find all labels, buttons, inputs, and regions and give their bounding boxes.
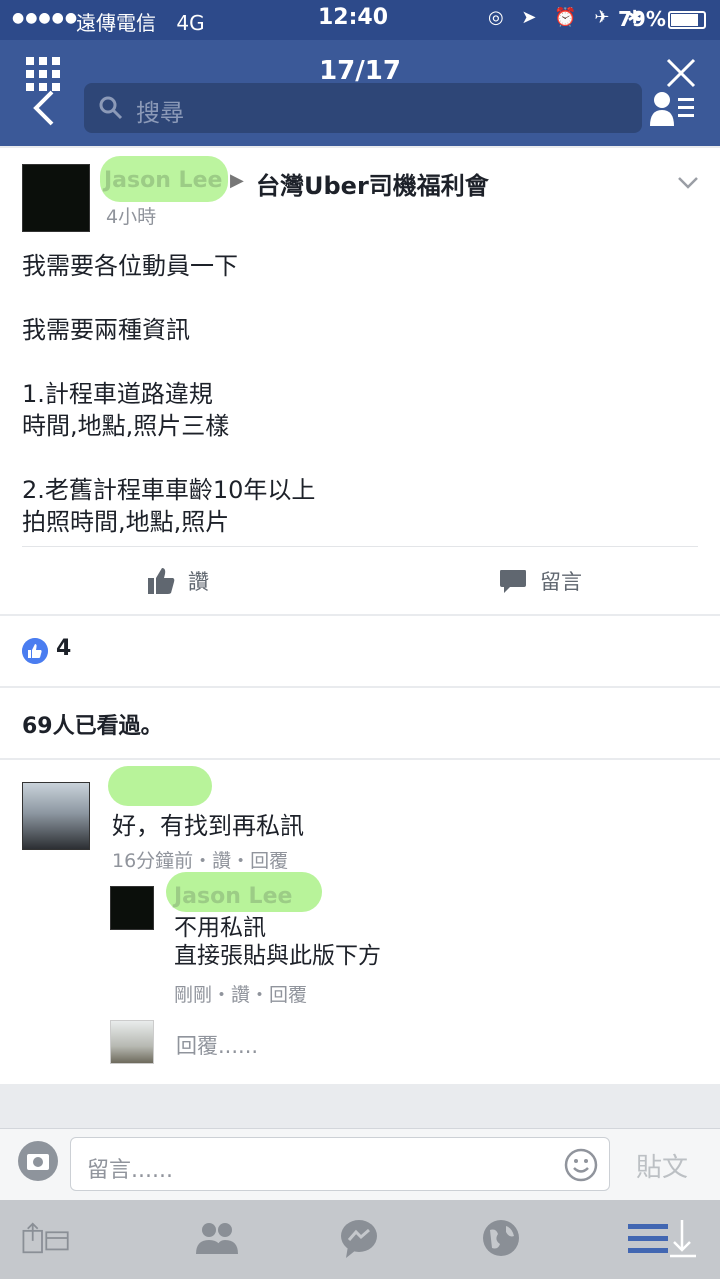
comment-input[interactable]: 留言...... — [70, 1137, 610, 1191]
people-icon[interactable] — [192, 1216, 242, 1260]
like-label: 讚 — [188, 570, 209, 594]
post-line: 1.計程車道路違規 — [22, 380, 213, 408]
comment-meta[interactable]: 16分鐘前・讚・回覆 — [112, 846, 288, 873]
comment-text: 好，有找到再私訊 — [112, 812, 304, 840]
post-time: 4小時 — [106, 206, 157, 228]
signal-dots: ●●●●● — [12, 10, 79, 26]
search-placeholder: 搜尋 — [136, 99, 184, 127]
post-line: 我需要兩種資訊 — [22, 316, 190, 344]
screen: ●●●●● 遠傳電信 4G 12:40 ◎ ➤ ⏰ ✈ ✱ 79% 17/17 — [0, 0, 720, 1279]
post-line: 時間,地點,照片三樣 — [22, 412, 230, 440]
comment-composer: 留言...... 貼文 — [0, 1128, 720, 1200]
comment-icon — [500, 570, 526, 593]
post-line — [22, 282, 315, 314]
post-line: 拍照時間,地點,照片 — [22, 508, 230, 536]
post-line — [22, 346, 315, 378]
battery-icon — [668, 11, 706, 29]
reply-input[interactable]: 回覆...... — [176, 1030, 258, 1060]
commenter-avatar[interactable] — [22, 782, 90, 850]
post-line — [22, 442, 315, 474]
messenger-icon[interactable] — [334, 1216, 384, 1260]
comment-button[interactable]: 留言 — [498, 564, 598, 598]
reply-text: 不用私訊 直接張貼與此版下方 — [174, 914, 381, 970]
comments-section: 好，有找到再私訊 16分鐘前・讚・回覆 Jason Lee 不用私訊 直接張貼與… — [0, 760, 720, 1084]
post-body: 我需要各位動員一下 我需要兩種資訊 1.計程車道路違規 時間,地點,照片三樣 2… — [22, 250, 315, 538]
post-author[interactable]: Jason Lee — [104, 168, 222, 193]
clock: 12:40 — [318, 5, 389, 30]
friends-icon[interactable] — [648, 88, 696, 128]
reply-author-avatar[interactable] — [110, 886, 154, 930]
globe-icon[interactable] — [476, 1216, 526, 1260]
like-badge-icon — [22, 638, 48, 664]
notification-counter: 17/17 — [319, 56, 401, 86]
reactions-row[interactable]: 4 — [0, 616, 720, 686]
camera-icon[interactable] — [16, 1139, 60, 1183]
carrier-label: 遠傳電信 4G — [76, 7, 205, 36]
post-line: 2.老舊計程車車齡10年以上 — [22, 476, 316, 504]
seen-row[interactable]: 69人已看過。 — [0, 688, 720, 758]
battery-percent: 79% — [618, 7, 666, 31]
carrier-name: 遠傳電信 — [76, 11, 156, 35]
name-highlight — [108, 766, 212, 806]
group-name[interactable]: 台灣Uber司機福利會 — [256, 166, 489, 201]
share-icon[interactable] — [22, 1216, 72, 1260]
network-type: 4G — [176, 11, 205, 35]
reply-line: 不用私訊 — [174, 915, 266, 941]
post-line: 我需要各位動員一下 — [22, 252, 238, 280]
reply-author[interactable]: Jason Lee — [174, 884, 292, 909]
reply-meta[interactable]: 剛剛・讚・回覆 — [174, 980, 307, 1007]
menu-icon[interactable] — [624, 1216, 700, 1260]
seen-count: 69人已看過。 — [22, 714, 163, 739]
like-count: 4 — [56, 636, 72, 661]
chevron-down-icon[interactable] — [676, 172, 700, 192]
divider — [22, 546, 698, 547]
post-card: Jason Lee ▶ 台灣Uber司機福利會 4小時 我需要各位動員一下 我需… — [0, 148, 720, 614]
bottom-toolbar — [0, 1200, 720, 1279]
search-input[interactable]: 搜尋 — [84, 83, 642, 133]
app-header: ●●●●● 遠傳電信 4G 12:40 ◎ ➤ ⏰ ✈ ✱ 79% 17/17 — [0, 0, 720, 146]
like-button[interactable]: 讚 — [146, 564, 236, 598]
comment-placeholder: 留言...... — [87, 1158, 173, 1183]
back-icon[interactable] — [30, 88, 60, 128]
comment-label: 留言 — [540, 570, 582, 594]
current-user-avatar — [110, 1020, 154, 1064]
reply-line: 直接張貼與此版下方 — [174, 943, 381, 969]
search-icon — [99, 96, 123, 120]
arrow-icon: ▶ — [230, 170, 244, 191]
status-bar: ●●●●● 遠傳電信 4G 12:40 ◎ ➤ ⏰ ✈ ✱ 79% — [0, 0, 720, 40]
author-avatar[interactable] — [22, 164, 90, 232]
smile-icon[interactable] — [563, 1147, 599, 1183]
close-icon[interactable] — [664, 56, 698, 90]
thumbs-up-icon — [148, 568, 175, 594]
post-comment-button[interactable]: 貼文 — [636, 1147, 688, 1184]
